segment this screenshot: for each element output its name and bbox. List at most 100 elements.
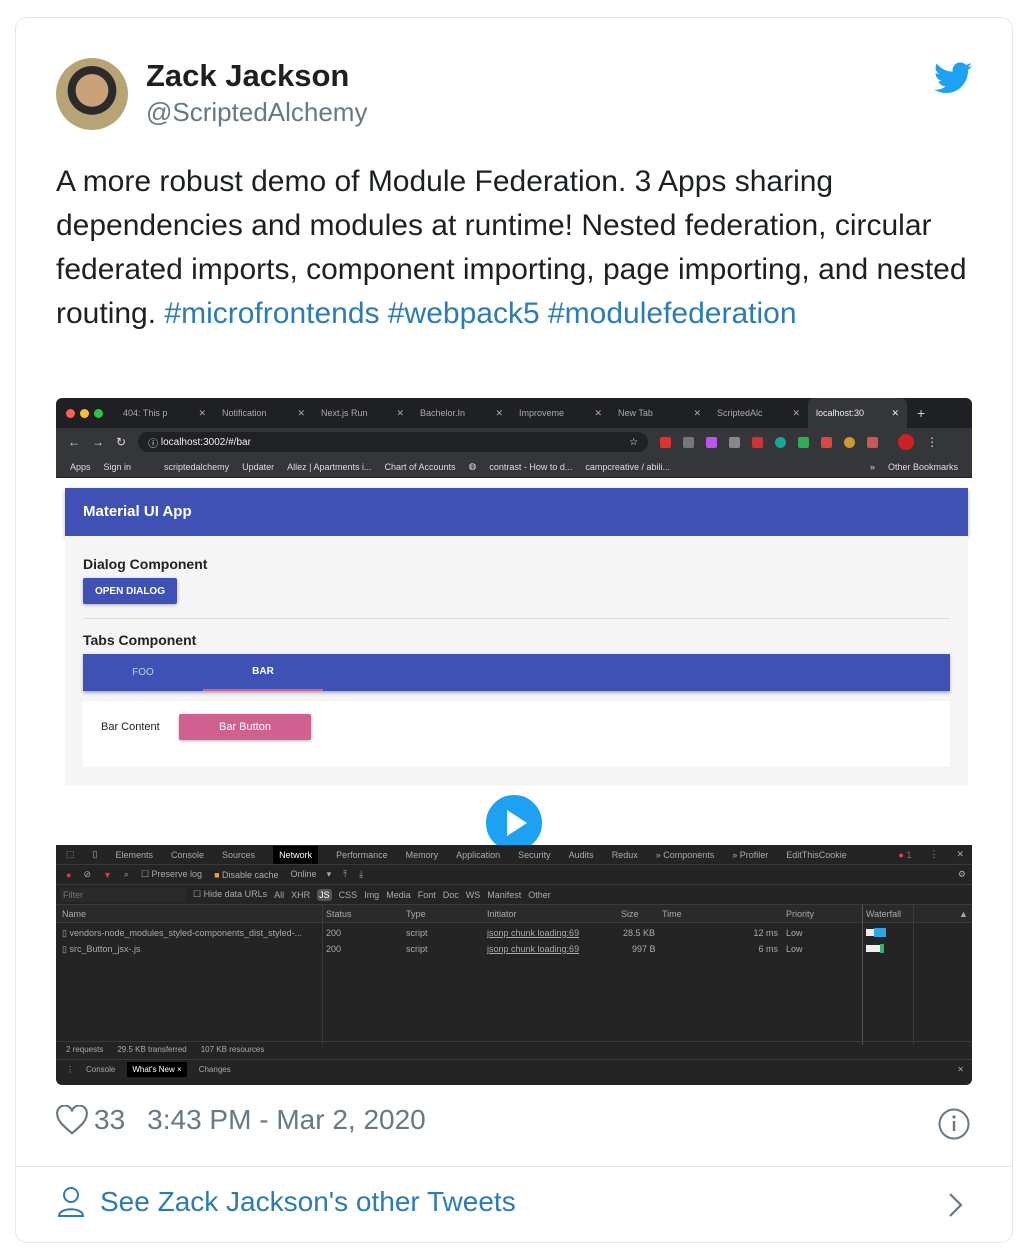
hashtag-link[interactable]: #webpack5 [388,297,540,330]
column-header[interactable]: Status [326,909,352,919]
search-icon[interactable]: ⌕ [124,869,129,880]
column-header[interactable]: Initiator [487,909,517,919]
close-icon[interactable]: ✕ [396,408,404,419]
author-name[interactable]: Zack Jackson [146,58,349,94]
browser-tab[interactable]: New Tab ✕ [610,398,709,428]
close-icon[interactable]: ✕ [693,408,701,419]
chevron-right-icon[interactable] [946,1192,966,1218]
reload-icon[interactable]: ↻ [116,435,126,449]
import-icon[interactable]: ⤒ [343,869,347,880]
profile-avatar[interactable] [898,434,915,450]
tweet-timestamp[interactable]: 3:43 PM - Mar 2, 2020 [147,1104,426,1136]
drawer-tab[interactable]: Changes [199,1065,231,1074]
browser-tab[interactable]: Bachelor.In ✕ [412,398,511,428]
filter-other[interactable]: Other [528,890,551,900]
bookmark[interactable]: contrast - How to d... [489,462,572,472]
error-badge[interactable]: ● 1 [899,850,912,860]
devtools-tab[interactable]: Audits [569,850,594,860]
extension-icon[interactable] [752,436,764,448]
devtools-tab[interactable]: Redux [612,850,638,860]
url-input[interactable]: ⓘ localhost:3002/#/bar ☆ [138,432,649,452]
devtools-tab[interactable]: Elements [115,850,153,860]
open-dialog-button[interactable]: OPEN DIALOG [83,578,177,604]
record-icon[interactable]: ● [66,870,71,880]
devtools-tab[interactable]: Application [456,850,500,860]
drawer-tab-active[interactable]: What's New × [127,1062,187,1077]
bookmark[interactable]: Apps [70,462,91,472]
extension-icon[interactable] [867,436,879,448]
close-icon[interactable]: ✕ [198,408,206,419]
table-row[interactable]: ▯ vendors-node_modules_styled-components… [56,925,972,941]
initiator-link[interactable]: jsonp chunk loading:69 [487,944,579,954]
hide-data-urls-checkbox[interactable]: ☐ Hide data URLs [193,889,267,900]
close-icon[interactable]: ✕ [495,408,503,419]
globe-icon[interactable]: ◍ [469,461,477,472]
browser-tab[interactable]: ScriptedAlc ✕ [709,398,808,428]
browser-tab[interactable]: Improveme ✕ [511,398,610,428]
devtools-tab-active[interactable]: Network [273,845,319,864]
minimize-window-icon[interactable] [80,408,89,418]
throttle-select[interactable]: Online ▾ [291,869,332,880]
filter-icon[interactable]: ▼ [103,870,112,880]
table-row[interactable]: ▯ src_Button_jsx-.js 200 script jsonp ch… [56,941,972,957]
filter-xhr[interactable]: XHR [291,890,310,900]
initiator-link[interactable]: jsonp chunk loading:69 [487,928,579,938]
bookmark-folder[interactable]: Other Bookmarks [888,462,958,472]
close-icon[interactable]: ✕ [594,408,602,419]
filter-img[interactable]: Img [364,890,379,900]
like-count[interactable]: 33 [94,1104,125,1136]
clear-icon[interactable]: ⊘ [83,869,91,880]
close-icon[interactable]: ✕ [792,408,800,419]
devtools-tab[interactable]: Performance [336,850,388,860]
new-tab-icon[interactable]: + [917,405,925,421]
extension-icon[interactable] [798,436,810,448]
preserve-log-checkbox[interactable]: ☐ Preserve log [141,869,202,880]
close-window-icon[interactable] [66,408,75,418]
close-icon[interactable]: ✕ [891,408,899,419]
filter-css[interactable]: CSS [339,890,358,900]
extension-icon[interactable] [660,436,672,448]
bookmark[interactable]: campcreative / abili... [585,462,670,472]
bookmark[interactable]: Chart of Accounts [384,462,455,472]
devtools-tab[interactable]: » Components [656,850,715,860]
hashtag-link[interactable]: #microfrontends [164,297,379,330]
avatar[interactable] [56,58,128,130]
filter-doc[interactable]: Doc [443,890,459,900]
other-tweets-link[interactable]: See Zack Jackson's other Tweets [56,1186,516,1218]
browser-tab[interactable]: 404: This p ✕ [115,398,214,428]
devtools-tab[interactable]: Sources [222,850,255,860]
column-header[interactable]: Waterfall [866,909,901,919]
close-icon[interactable]: ✕ [956,849,964,860]
back-icon[interactable]: ← [68,435,80,449]
filter-media[interactable]: Media [386,890,411,900]
hashtag-link[interactable]: #modulefederation [548,297,797,330]
maximize-window-icon[interactable] [94,408,103,418]
browser-tab-active[interactable]: localhost:30 ✕ [808,398,907,428]
devtools-tab[interactable]: Memory [406,850,439,860]
more-bookmarks-icon[interactable]: » [870,462,875,472]
close-icon[interactable]: ✕ [297,408,305,419]
sort-icon[interactable]: ▲ [959,909,968,919]
column-header[interactable]: Time [662,909,682,919]
filter-input[interactable] [60,887,186,902]
bookmark[interactable]: Updater [242,462,274,472]
video-player[interactable]: 404: This p ✕ Notification ✕ Next.js Run ✕ … [56,398,972,1085]
extension-icon[interactable] [775,436,787,448]
bookmark[interactable]: Allez | Apartments i... [287,462,371,472]
settings-icon[interactable]: ⚙ [958,869,966,880]
filter-manifest[interactable]: Manifest [487,890,521,900]
close-drawer-icon[interactable]: ✕ [957,1065,964,1074]
devtools-tab[interactable]: Security [518,850,551,860]
devtools-tab[interactable]: Console [171,850,204,860]
filter-ws[interactable]: WS [466,890,481,900]
more-icon[interactable]: ⋮ [929,849,938,860]
disable-cache-checkbox[interactable]: ■ Disable cache [214,870,278,880]
menu-icon[interactable]: ⋮ [926,435,938,449]
column-header[interactable]: Size [621,909,639,919]
filter-all[interactable]: All [274,890,284,900]
filter-font[interactable]: Font [418,890,436,900]
device-toolbar-icon[interactable]: ▯ [93,849,98,860]
drawer-tab[interactable]: Console [86,1065,115,1074]
bookmark[interactable]: scriptedalchemy [164,462,229,472]
extension-icon[interactable] [729,436,741,448]
